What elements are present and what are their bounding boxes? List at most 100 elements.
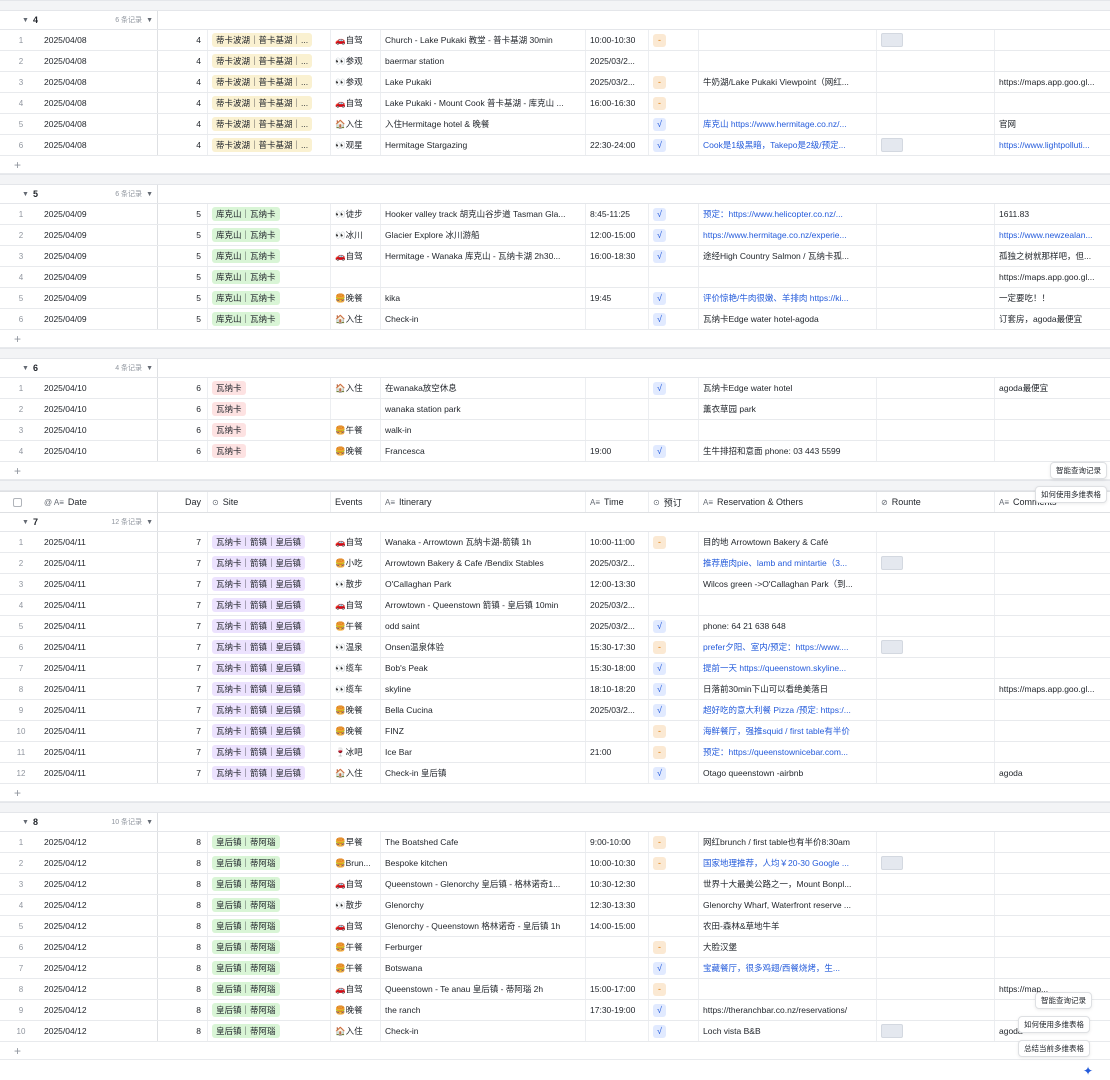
comments-cell[interactable]: 一定要吃！！ xyxy=(995,288,1110,308)
table-row[interactable]: 3 2025/04/10 6 瓦纳卡 🍔午餐 walk-in xyxy=(0,420,1110,441)
route-image-thumbnail[interactable] xyxy=(881,640,903,654)
event-cell[interactable]: 🏠入住 xyxy=(331,378,381,398)
route-cell[interactable] xyxy=(877,574,995,594)
reservation-cell[interactable] xyxy=(699,30,877,50)
day-cell[interactable]: 7 xyxy=(158,616,208,636)
reservation-cell[interactable]: Otago queenstown -airbnb xyxy=(699,763,877,783)
comments-cell[interactable]: https://maps.app.goo.gl... xyxy=(995,267,1110,287)
table-row[interactable]: 1 2025/04/10 6 瓦纳卡 🏠入住 在wanaka放空休息 √ 瓦纳卡Edge wa… xyxy=(0,378,1110,399)
event-cell[interactable]: 👀参观 xyxy=(331,72,381,92)
time-cell[interactable] xyxy=(586,114,649,134)
comments-cell[interactable] xyxy=(995,895,1110,915)
time-cell[interactable]: 16:00-18:30 xyxy=(586,246,649,266)
table-row[interactable]: 8 2025/04/12 8 皇后镇｜蒂阿瑙 🚗自驾 Queenstown - Te an… xyxy=(0,979,1110,1000)
table-row[interactable]: 1 2025/04/11 7 瓦纳卡｜箭镇｜皇后镇 🚗自驾 Wanaka - Arrowt… xyxy=(0,532,1110,553)
prebook-cell[interactable] xyxy=(649,895,699,915)
prebook-cell[interactable]: - xyxy=(649,937,699,957)
itinerary-cell[interactable]: the ranch xyxy=(381,1000,586,1020)
reservation-cell[interactable]: 牛奶湖/Lake Pukaki Viewpoint（网红... xyxy=(699,72,877,92)
itinerary-cell[interactable]: walk-in xyxy=(381,420,586,440)
reservation-cell[interactable]: 大脸汉堡 xyxy=(699,937,877,957)
time-cell[interactable]: 10:00-10:30 xyxy=(586,30,649,50)
prebook-cell[interactable]: - xyxy=(649,832,699,852)
date-cell[interactable]: 2025/04/12 xyxy=(40,916,158,936)
itinerary-cell[interactable]: Bespoke kitchen xyxy=(381,853,586,873)
date-cell[interactable]: 2025/04/11 xyxy=(40,553,158,573)
reservation-cell[interactable]: 瓦纳卡Edge water hotel xyxy=(699,378,877,398)
itinerary-cell[interactable]: baermar station xyxy=(381,51,586,71)
comments-cell[interactable] xyxy=(995,595,1110,615)
site-cell[interactable]: 瓦纳卡｜箭镇｜皇后镇 xyxy=(208,574,331,594)
route-cell[interactable] xyxy=(877,1021,995,1041)
smart-query-button-2[interactable]: 智能查询记录 xyxy=(1035,992,1092,1009)
time-cell[interactable]: 15:00-17:00 xyxy=(586,979,649,999)
route-cell[interactable] xyxy=(877,679,995,699)
date-cell[interactable]: 2025/04/12 xyxy=(40,1000,158,1020)
reservation-cell[interactable]: 生牛排招和意面 phone: 03 443 5599 xyxy=(699,441,877,461)
reservation-cell[interactable]: Glenorchy Wharf, Waterfront reserve ... xyxy=(699,895,877,915)
site-cell[interactable]: 库克山｜瓦纳卡 xyxy=(208,309,331,329)
day-cell[interactable]: 5 xyxy=(158,267,208,287)
date-cell[interactable]: 2025/04/11 xyxy=(40,574,158,594)
table-row[interactable]: 12 2025/04/11 7 瓦纳卡｜箭镇｜皇后镇 🏠入住 Check-in 皇后镇 √ O… xyxy=(0,763,1110,784)
group-menu-chevron-icon[interactable]: ▼ xyxy=(146,819,153,826)
reservation-cell[interactable] xyxy=(699,595,877,615)
table-row[interactable]: 1 2025/04/12 8 皇后镇｜蒂阿瑙 🍔早餐 The Boatshed Cafe 9… xyxy=(0,832,1110,853)
date-cell[interactable]: 2025/04/12 xyxy=(40,937,158,957)
route-cell[interactable] xyxy=(877,853,995,873)
event-cell[interactable]: 🍔午餐 xyxy=(331,937,381,957)
reservation-cell[interactable] xyxy=(699,420,877,440)
itinerary-cell[interactable]: Check-in xyxy=(381,1021,586,1041)
event-cell[interactable]: 🍔小吃 xyxy=(331,553,381,573)
add-record-button[interactable]: + xyxy=(0,156,1110,174)
event-cell[interactable]: 🍔晚餐 xyxy=(331,1000,381,1020)
prebook-cell[interactable] xyxy=(649,574,699,594)
date-cell[interactable]: 2025/04/11 xyxy=(40,637,158,657)
comments-cell[interactable] xyxy=(995,658,1110,678)
event-cell[interactable]: 🍔晚餐 xyxy=(331,721,381,741)
comments-cell[interactable]: 1611.83 xyxy=(995,204,1110,224)
site-cell[interactable]: 瓦纳卡｜箭镇｜皇后镇 xyxy=(208,616,331,636)
event-cell[interactable]: 👀冰川 xyxy=(331,225,381,245)
site-cell[interactable]: 皇后镇｜蒂阿瑙 xyxy=(208,916,331,936)
time-cell[interactable] xyxy=(586,267,649,287)
table-row[interactable]: 1 2025/04/08 4 蒂卡波湖｜普卡基湖｜... 🚗自驾 Church - Lak… xyxy=(0,30,1110,51)
site-cell[interactable]: 瓦纳卡｜箭镇｜皇后镇 xyxy=(208,532,331,552)
itinerary-cell[interactable]: skyline xyxy=(381,679,586,699)
event-cell[interactable]: 👀参观 xyxy=(331,51,381,71)
date-cell[interactable]: 2025/04/11 xyxy=(40,679,158,699)
reservation-cell[interactable]: prefer夕阳、室内/预定：https://www.... xyxy=(699,637,877,657)
event-cell[interactable] xyxy=(331,399,381,419)
event-cell[interactable]: 🚗自驾 xyxy=(331,979,381,999)
route-cell[interactable] xyxy=(877,532,995,552)
date-cell[interactable]: 2025/04/10 xyxy=(40,378,158,398)
route-cell[interactable] xyxy=(877,874,995,894)
reservation-cell[interactable]: 库克山 https://www.hermitage.co.nz/... xyxy=(699,114,877,134)
event-cell[interactable]: 🚗自驾 xyxy=(331,30,381,50)
site-cell[interactable]: 瓦纳卡｜箭镇｜皇后镇 xyxy=(208,763,331,783)
column-reservation[interactable]: A≡ Reservation & Others xyxy=(699,492,877,512)
itinerary-cell[interactable]: O'Callaghan Park xyxy=(381,574,586,594)
route-cell[interactable] xyxy=(877,763,995,783)
table-row[interactable]: 6 2025/04/11 7 瓦纳卡｜箭镇｜皇后镇 👀温泉 Onsen温泉体验 15:30-… xyxy=(0,637,1110,658)
event-cell[interactable]: 🍔午餐 xyxy=(331,420,381,440)
group-header[interactable]: ▼ 6 4 条记录 ▼ xyxy=(0,359,1110,378)
route-image-thumbnail[interactable] xyxy=(881,138,903,152)
day-cell[interactable]: 4 xyxy=(158,93,208,113)
itinerary-cell[interactable]: Onsen温泉体验 xyxy=(381,637,586,657)
prebook-cell[interactable]: √ xyxy=(649,246,699,266)
route-cell[interactable] xyxy=(877,399,995,419)
itinerary-cell[interactable]: Ice Bar xyxy=(381,742,586,762)
date-cell[interactable]: 2025/04/10 xyxy=(40,441,158,461)
comments-cell[interactable]: https://maps.app.goo.gl... xyxy=(995,679,1110,699)
time-cell[interactable]: 8:45-11:25 xyxy=(586,204,649,224)
group-header-left[interactable]: ▼ 7 12 条记录 ▼ xyxy=(0,513,158,531)
date-cell[interactable]: 2025/04/12 xyxy=(40,895,158,915)
day-cell[interactable]: 7 xyxy=(158,742,208,762)
event-cell[interactable]: 🍔午餐 xyxy=(331,616,381,636)
day-cell[interactable]: 5 xyxy=(158,225,208,245)
site-cell[interactable]: 库克山｜瓦纳卡 xyxy=(208,225,331,245)
prebook-cell[interactable]: √ xyxy=(649,1000,699,1020)
group-header[interactable]: ▼ 4 6 条记录 ▼ xyxy=(0,11,1110,30)
prebook-cell[interactable]: √ xyxy=(649,378,699,398)
